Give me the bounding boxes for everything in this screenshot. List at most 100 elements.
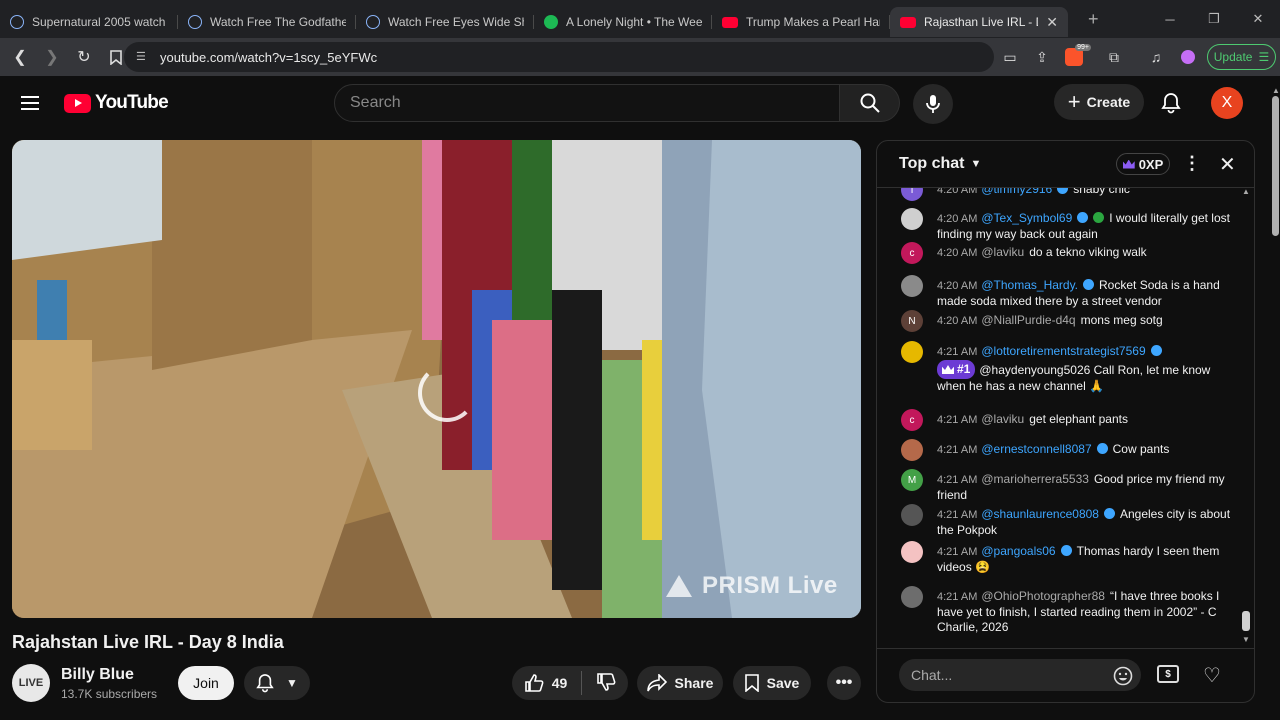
scroll-up-icon[interactable]: ▲	[1272, 86, 1280, 95]
chat-author-name[interactable]: @OhioPhotographer88	[981, 589, 1105, 603]
chat-message[interactable]: 4:21 AM @ernestconnell8087 Cow pants	[901, 439, 1241, 461]
chat-message[interactable]: 4:20 AM @Tex_Symbol69 I would literally ge…	[901, 208, 1241, 242]
chat-author-avatar[interactable]: c	[901, 242, 923, 264]
shields-icon[interactable]: 99+	[1060, 43, 1091, 71]
scroll-up-icon[interactable]: ▲	[1242, 187, 1250, 196]
account-avatar[interactable]: X	[1211, 87, 1243, 119]
youtube-icon	[900, 16, 916, 28]
site-settings-icon[interactable]: ☰	[136, 50, 146, 63]
scroll-thumb[interactable]	[1242, 611, 1250, 631]
create-button[interactable]: + Create	[1054, 84, 1144, 120]
save-button[interactable]: Save	[733, 666, 811, 700]
chat-author-avatar[interactable]	[901, 275, 923, 297]
address-bar[interactable]: ☰ youtube.com/watch?v=1scy_5eYFWc	[124, 42, 994, 72]
like-button[interactable]: 49	[524, 673, 568, 693]
music-icon[interactable]: ♫	[1142, 43, 1170, 71]
close-tab-icon[interactable]: ✕	[1046, 14, 1058, 31]
chat-message[interactable]: c 4:20 AM @laviku do a tekno viking walk	[901, 242, 1241, 264]
subscription-notifications-button[interactable]: ▼	[244, 666, 310, 700]
voice-search-button[interactable]	[913, 84, 953, 124]
chat-author-avatar[interactable]: c	[901, 409, 923, 431]
page-scrollbar[interactable]: ▲	[1271, 86, 1280, 720]
dislike-button[interactable]	[596, 672, 616, 695]
chat-author-name[interactable]: @laviku	[981, 412, 1024, 426]
chat-author-name[interactable]: @Thomas_Hardy.	[981, 278, 1078, 292]
share-page-icon[interactable]: ⇪	[1028, 43, 1056, 71]
chat-message[interactable]: 4:21 AM @OhioPhotographer88 “I have three …	[901, 586, 1241, 635]
chat-message[interactable]: c 4:21 AM @laviku get elephant pants	[901, 409, 1241, 431]
chat-author-avatar[interactable]	[901, 439, 923, 461]
browser-tab[interactable]: Supernatural 2005 watch fr	[0, 7, 178, 37]
member-badge-icon	[1150, 345, 1162, 356]
heart-icon[interactable]: ♡	[1203, 663, 1221, 688]
chat-author-name[interactable]: @NiallPurdie-d4q	[981, 313, 1075, 327]
minimize-icon[interactable]: ─	[1148, 12, 1192, 27]
browser-tab[interactable]: A Lonely Night • The Week	[534, 7, 712, 37]
browser-tab[interactable]: Trump Makes a Pearl Harb	[712, 7, 890, 37]
chat-input[interactable]: Chat...	[899, 659, 1141, 691]
maximize-icon[interactable]: ❐	[1192, 11, 1236, 27]
chat-message[interactable]: T 4:20 AM @timmy2916 shaby chic	[901, 188, 1241, 201]
chat-scrollbar[interactable]: ▲ ▼	[1242, 187, 1250, 646]
reload-icon[interactable]: ↻	[70, 43, 98, 71]
chat-author-name[interactable]: @timmy2916	[981, 188, 1052, 196]
update-button[interactable]: Update ☰	[1207, 44, 1276, 70]
new-tab-icon[interactable]: +	[1088, 9, 1099, 30]
notifications-button[interactable]	[1158, 90, 1184, 116]
chat-author-name[interactable]: @Tex_Symbol69	[981, 211, 1072, 225]
channel-name[interactable]: Billy Blue	[61, 666, 134, 684]
like-count: 49	[551, 675, 568, 691]
browser-tab-active[interactable]: Rajasthan Live IRL - Da ✕	[890, 7, 1068, 37]
chat-author-avatar[interactable]	[901, 208, 923, 230]
more-actions-button[interactable]: •••	[827, 666, 861, 700]
back-icon[interactable]: ❮	[6, 43, 34, 71]
join-button[interactable]: Join	[178, 666, 234, 700]
chat-author-name[interactable]: @lottoretirementstrategist7569	[981, 344, 1145, 358]
share-button[interactable]: Share	[637, 666, 723, 700]
guide-menu-icon[interactable]	[21, 96, 39, 110]
chat-messages[interactable]: T 4:20 AM @timmy2916 shaby chic 4:20 AM @Tex_…	[877, 188, 1243, 648]
search-icon	[860, 93, 880, 113]
chat-message[interactable]: 4:21 AM @lottoretirementstrategist7569 #1 @…	[901, 341, 1241, 394]
chat-author-name[interactable]: @pangoals06	[981, 544, 1055, 558]
chat-author-avatar[interactable]	[901, 541, 923, 563]
chat-message[interactable]: N 4:20 AM @NiallPurdie-d4q mons meg sotg	[901, 310, 1241, 332]
video-player[interactable]: PRISM Live	[12, 140, 861, 618]
chat-author-name[interactable]: @marioherrera5533	[981, 472, 1089, 486]
chat-author-avatar[interactable]	[901, 504, 923, 526]
chat-author-avatar[interactable]: M	[901, 469, 923, 491]
scroll-down-icon[interactable]: ▼	[1242, 635, 1250, 644]
youtube-logo[interactable]: YouTube	[64, 92, 169, 114]
chat-message[interactable]: 4:21 AM @pangoals06 Thomas hardy I seen th…	[901, 541, 1241, 575]
chat-author-avatar[interactable]	[901, 341, 923, 363]
search-input[interactable]: Search	[334, 84, 840, 122]
chat-author-avatar[interactable]: T	[901, 188, 923, 201]
chat-mode-selector[interactable]: Top chat ▼	[899, 155, 981, 173]
chat-author-name[interactable]: @laviku	[981, 245, 1024, 259]
scroll-thumb[interactable]	[1272, 96, 1279, 236]
close-chat-icon[interactable]: ✕	[1219, 152, 1236, 177]
chat-author-avatar[interactable]	[901, 586, 923, 608]
chat-timestamp: 4:21 AM	[937, 414, 978, 426]
super-chat-button[interactable]: $	[1157, 665, 1179, 683]
reader-mode-icon[interactable]: ⧉	[1100, 43, 1128, 71]
chat-author-name[interactable]: @ernestconnell8087	[981, 442, 1091, 456]
chat-author-name[interactable]: @shaunlaurence0808	[981, 507, 1099, 521]
browser-tab[interactable]: Watch Free Eyes Wide Shu	[356, 7, 534, 37]
search-button[interactable]	[840, 84, 900, 122]
channel-avatar[interactable]: LIVE	[12, 664, 50, 702]
emoji-icon[interactable]	[1113, 666, 1133, 691]
cast-icon[interactable]: ▭	[996, 43, 1024, 71]
window-close-icon[interactable]: ✕	[1236, 11, 1280, 27]
chat-author-avatar[interactable]: N	[901, 310, 923, 332]
chat-message-text: @haydenyoung5026 Call Ron, let me know w…	[937, 363, 1211, 393]
browser-tab[interactable]: Watch Free The Godfather	[178, 7, 356, 37]
profile-icon[interactable]	[1174, 43, 1202, 71]
more-vertical-icon[interactable]: ⋮	[1183, 153, 1201, 174]
chat-message[interactable]: 4:21 AM @shaunlaurence0808 Angeles city is…	[901, 504, 1241, 538]
xp-badge[interactable]: 0XP	[1116, 153, 1170, 175]
chat-message[interactable]: 4:20 AM @Thomas_Hardy. Rocket Soda is a ha…	[901, 275, 1241, 309]
chat-message-body: 4:20 AM @Thomas_Hardy. Rocket Soda is a ha…	[937, 278, 1241, 309]
forward-icon[interactable]: ❯	[38, 43, 66, 71]
chat-message[interactable]: M 4:21 AM @marioherrera5533 Good price my f…	[901, 469, 1241, 503]
